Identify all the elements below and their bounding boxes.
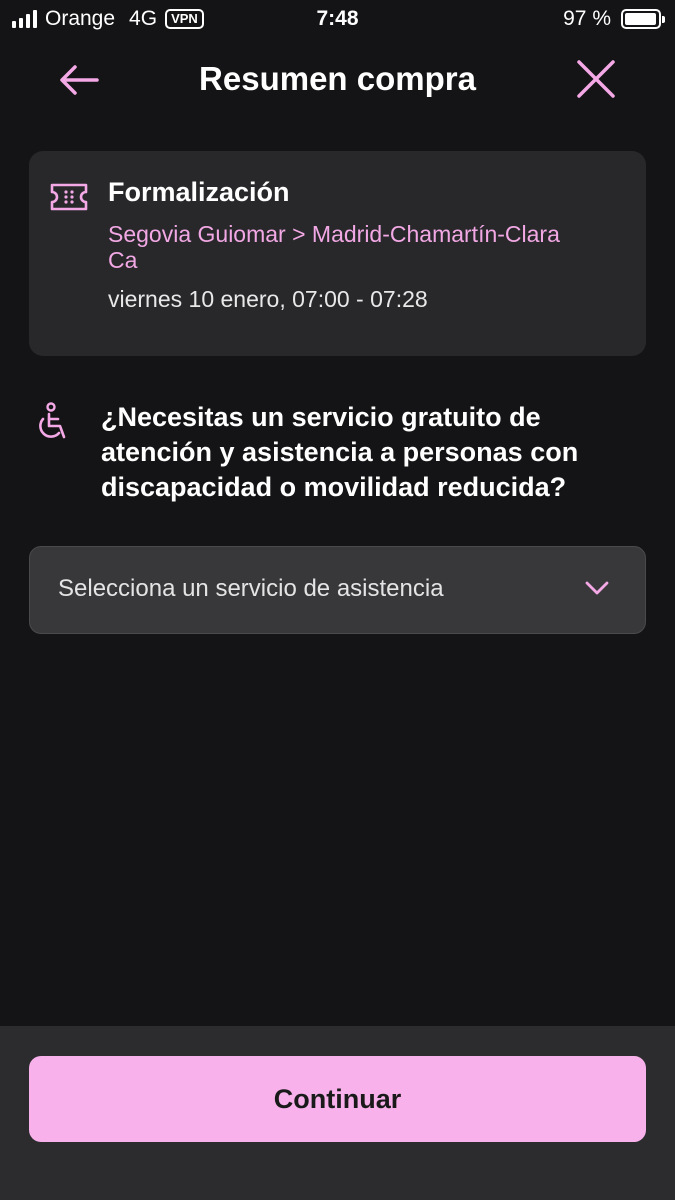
close-button[interactable] [572,58,620,102]
battery-icon [621,9,665,29]
battery-fill [625,13,657,25]
trip-time: viernes 10 enero, 07:00 - 07:28 [108,286,428,312]
header: Resumen compra [0,48,675,112]
battery-percentage: 97 % [563,7,611,30]
assistance-service-select[interactable]: Selecciona un servicio de asistencia [29,546,646,634]
continue-button[interactable]: Continuar [29,1056,646,1142]
battery-cap [662,16,665,23]
status-bar: Orange 4G VPN 7:48 97 % [0,0,675,38]
assistance-question: ¿Necesitas un servicio gratuito de atenc… [101,402,579,502]
wheelchair-icon [39,402,66,439]
footer: Continuar [0,1026,675,1200]
status-right: 97 % [563,7,665,31]
close-icon [577,60,615,98]
trip-route: Segovia Guiomar > Madrid-Chamartín-Clara… [108,221,560,273]
fare-title: Formalización [108,177,290,207]
ticket-icon [50,183,88,211]
trip-summary-card: Formalización Segovia Guiomar > Madrid-C… [29,151,646,356]
select-placeholder: Selecciona un servicio de asistencia [58,575,444,602]
screen: Orange 4G VPN 7:48 97 % Resumen compra F… [0,0,675,1200]
chevron-down-icon [585,581,609,595]
